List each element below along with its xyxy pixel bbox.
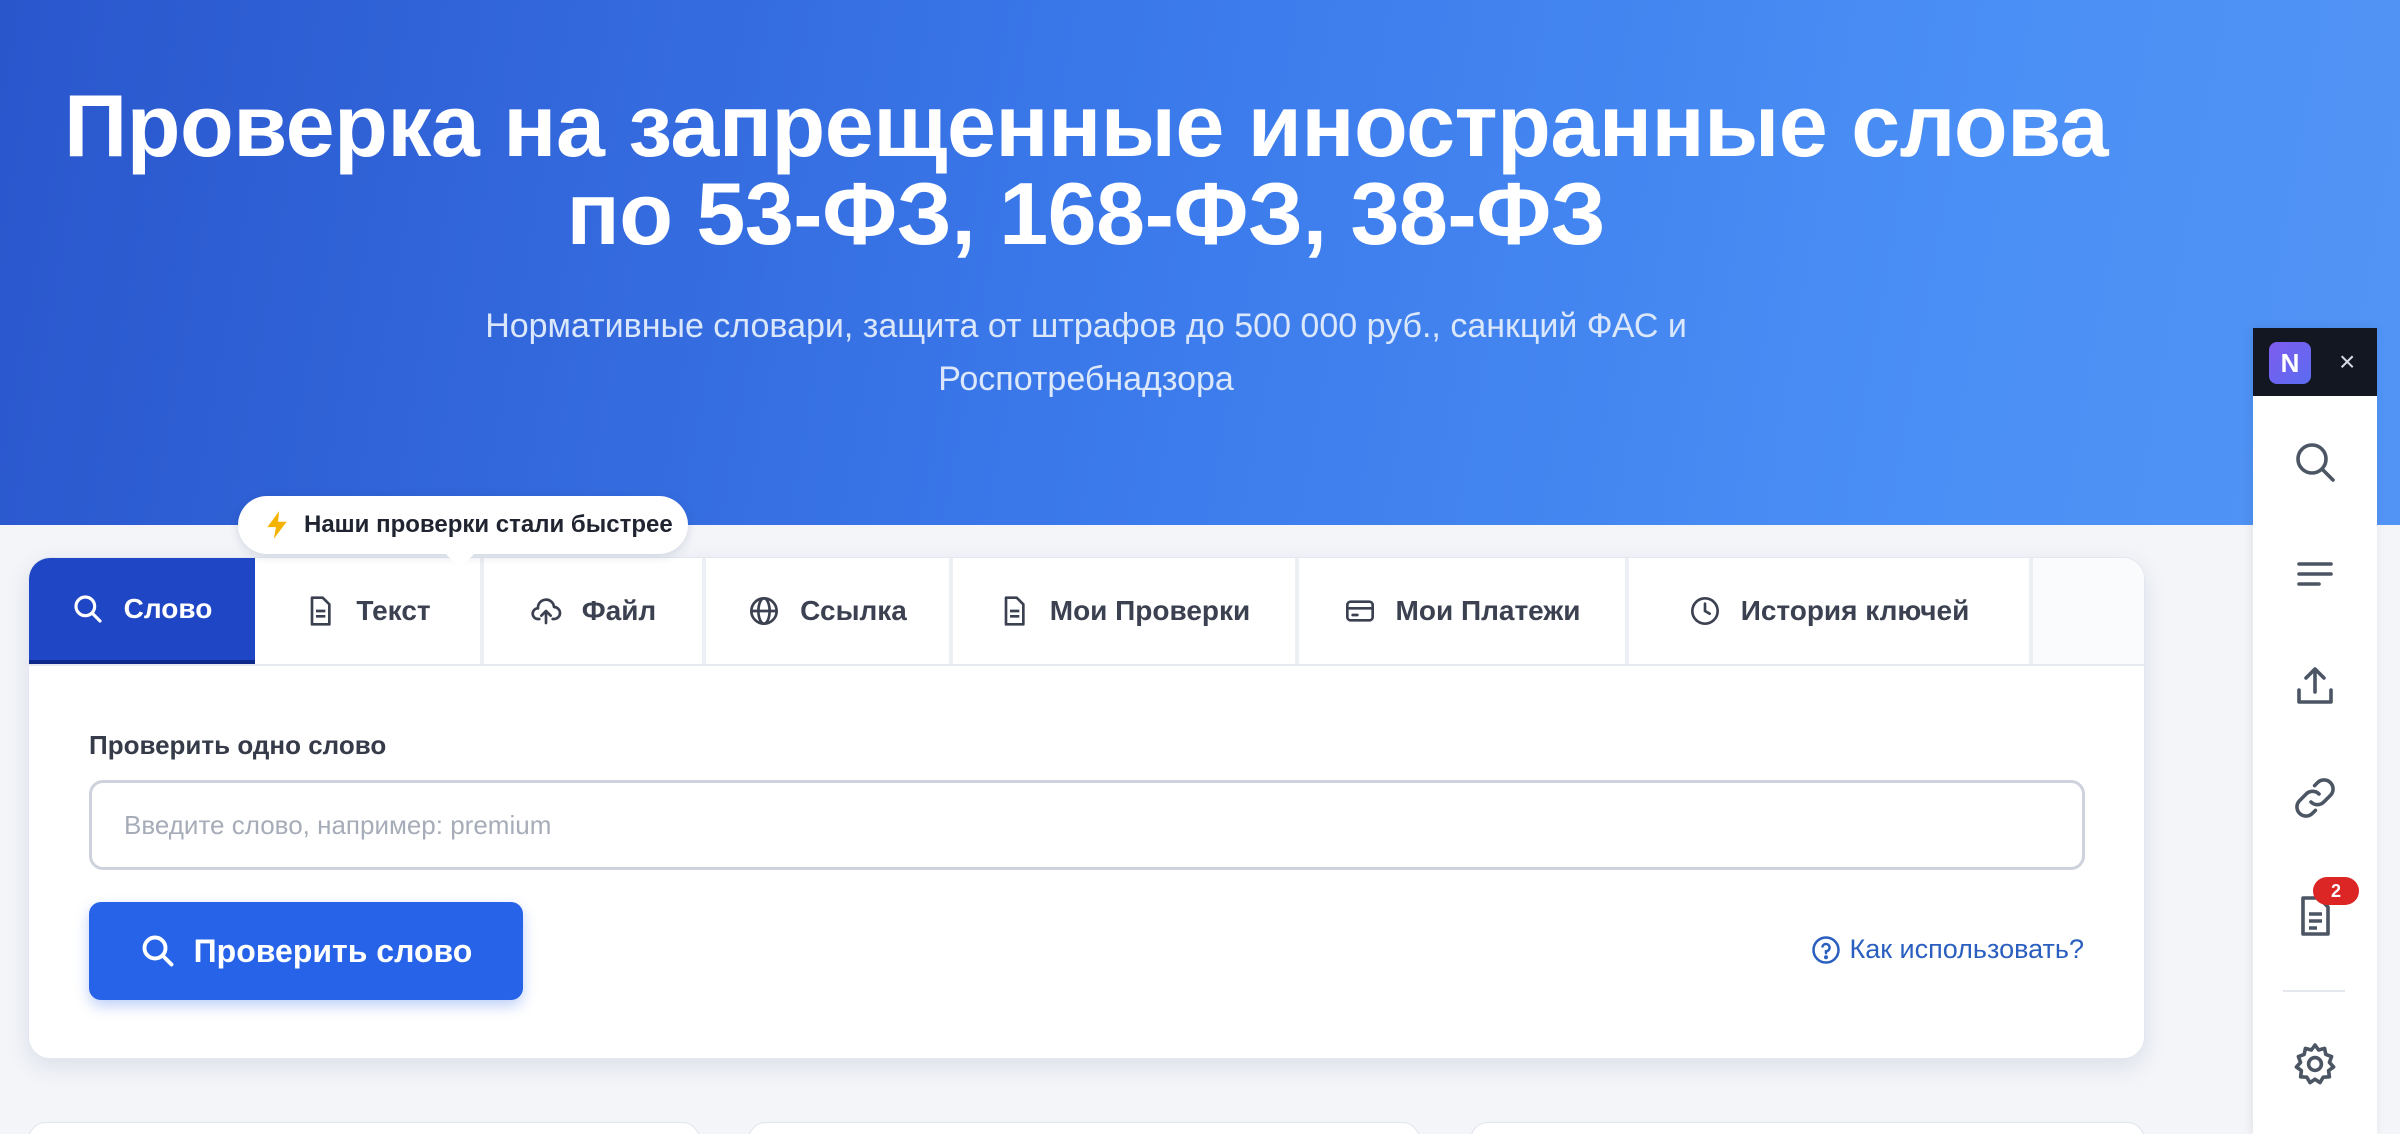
tab-key-history[interactable]: История ключей [1629,558,2033,664]
tab-word[interactable]: Слово [29,558,255,664]
settings-icon[interactable] [2291,1040,2339,1088]
tab-label: Файл [581,595,657,626]
page-title-line-1: Проверка на запрещенные иностранные слов… [63,76,2109,175]
tab-label: История ключей [1740,595,1970,626]
document-icon [311,596,332,626]
page-subtitle-line-1: Нормативные словари, защита от штрафов д… [485,307,1687,345]
tab-label: Текст [356,595,431,626]
speed-announcement-tooltip: Наши проверки стали быстрее [238,496,688,554]
search-icon[interactable] [2291,438,2339,486]
tab-text[interactable]: Текст [255,558,484,664]
tab-my-checks[interactable]: Мои Проверки [953,558,1299,664]
how-to-use-label: Как использовать? [1849,934,2084,964]
how-to-use-link[interactable]: Как использовать? [1811,934,2084,965]
tab-label: Мои Платежи [1395,595,1581,626]
word-input[interactable] [89,780,2085,870]
notification-badge: 2 [2313,877,2359,905]
clock-icon [1690,597,1719,625]
page-subtitle-line-2: Роспотребнадзора [938,360,1234,398]
cloud-upload-icon [531,598,562,625]
info-card [28,1122,700,1134]
word-field-label: Проверить одно слово [89,730,387,760]
extension-sidebar: N × 2 [2253,328,2377,1134]
upload-icon[interactable] [2291,662,2339,710]
globe-icon [750,597,779,625]
check-word-button-label: Проверить слово [193,932,473,969]
tab-label: Мои Проверки [1049,595,1251,626]
tab-label: Ссылка [800,595,907,626]
tab-bar: Слово Текст Файл Ссылка Мои Проверки Мои… [29,558,2144,666]
info-card [748,1122,1420,1134]
tab-my-payments[interactable]: Мои Платежи [1299,558,1629,664]
bolt-icon [267,511,287,539]
extension-header: N × [2253,328,2377,396]
check-word-button[interactable]: Проверить слово [89,902,523,1000]
tab-file[interactable]: Файл [484,558,706,664]
info-card [1470,1122,2145,1134]
extension-logo: N [2269,342,2311,384]
page-subtitle: Нормативные словари, защита от штрафов д… [0,300,2172,406]
page-title-line-2: по 53-ФЗ, 168-ФЗ, 38-ФЗ [566,164,1606,263]
search-icon [74,595,102,623]
page-title: Проверка на запрещенные иностранные слов… [0,82,2172,258]
link-icon[interactable] [2291,774,2339,822]
search-icon [142,935,174,967]
close-icon[interactable]: × [2339,344,2355,380]
tab-link[interactable]: Ссылка [706,558,953,664]
question-circle-icon [1812,935,1841,964]
word-check-card: Слово Текст Файл Ссылка Мои Проверки Мои… [28,557,2145,1059]
credit-card-icon [1345,600,1374,622]
sidebar-divider [2283,990,2345,992]
menu-lines-icon[interactable] [2291,550,2339,598]
document-icon [1004,596,1025,626]
tab-label: Слово [123,593,213,624]
hero-banner: Проверка на запрещенные иностранные слов… [0,0,2400,525]
tooltip-text: Наши проверки стали быстрее [304,511,673,538]
